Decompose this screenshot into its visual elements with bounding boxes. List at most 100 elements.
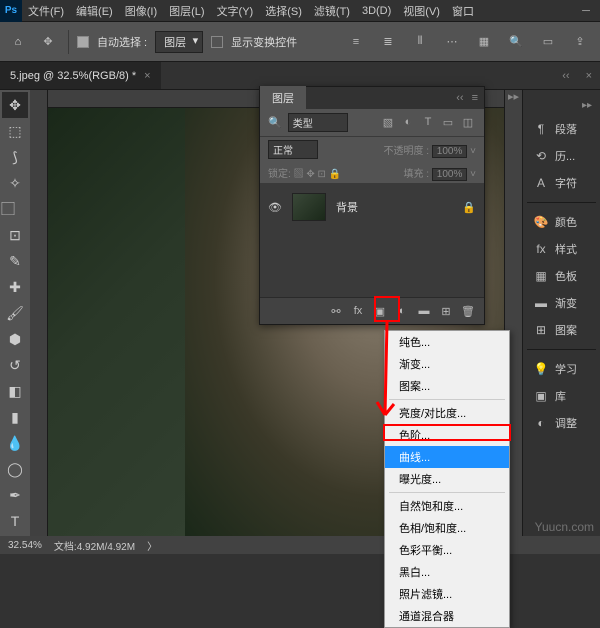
- menu-edit[interactable]: 编辑(E): [70, 3, 119, 19]
- menu-color-balance[interactable]: 色彩平衡...: [385, 539, 509, 561]
- type-tool[interactable]: T: [2, 508, 28, 534]
- lasso-tool[interactable]: ⟆: [2, 144, 28, 170]
- layer-row[interactable]: 👁 背景 🔒: [260, 189, 484, 225]
- panel-character[interactable]: A字符: [527, 171, 596, 195]
- lock-pixels-icon[interactable]: ▧: [294, 169, 304, 180]
- menu-curves[interactable]: 曲线...: [385, 446, 509, 468]
- menu-black-white[interactable]: 黑白...: [385, 561, 509, 583]
- menu-hue-saturation[interactable]: 色相/饱和度...: [385, 517, 509, 539]
- dodge-tool[interactable]: ◯: [2, 456, 28, 482]
- menu-exposure[interactable]: 曝光度...: [385, 468, 509, 490]
- layer-thumbnail[interactable]: [292, 193, 326, 221]
- panel-history[interactable]: ⟲历...: [527, 144, 596, 168]
- layers-tab[interactable]: 图层: [260, 86, 306, 110]
- filter-adjust-icon[interactable]: ◐: [400, 116, 416, 129]
- pen-tool[interactable]: ✒: [2, 482, 28, 508]
- panel-patterns[interactable]: ⊞图案: [527, 318, 596, 342]
- wand-tool[interactable]: ✧: [2, 170, 28, 196]
- workspace-icon[interactable]: ▭: [536, 30, 560, 54]
- menu-image[interactable]: 图像(I): [119, 3, 163, 19]
- eyedropper-tool[interactable]: ✎: [2, 248, 28, 274]
- link-layers-icon[interactable]: ⚯: [326, 302, 346, 320]
- filter-smart-icon[interactable]: ◫: [460, 116, 476, 129]
- menu-window[interactable]: 窗口: [446, 3, 480, 19]
- opacity-value[interactable]: 100%: [432, 145, 468, 158]
- lock-all-icon[interactable]: 🔒: [329, 169, 341, 180]
- panel-paragraph[interactable]: ¶段落: [527, 117, 596, 141]
- lock-icon: 🔒: [462, 201, 476, 214]
- marquee-tool[interactable]: ⬚: [2, 118, 28, 144]
- zoom-level[interactable]: 32.54%: [8, 540, 42, 551]
- stamp-tool[interactable]: ⬢: [2, 326, 28, 352]
- show-transform-checkbox[interactable]: [211, 36, 223, 48]
- group-icon[interactable]: ▬: [414, 302, 434, 320]
- move-tool[interactable]: ✥: [2, 92, 28, 118]
- lock-position-icon[interactable]: ✥: [306, 169, 314, 180]
- align-icon[interactable]: ≡: [344, 30, 368, 54]
- menu-layer[interactable]: 图层(L): [163, 3, 210, 19]
- filter-pixel-icon[interactable]: ▧: [380, 116, 396, 129]
- delete-layer-icon[interactable]: 🗑: [458, 302, 478, 320]
- search-icon[interactable]: 🔍: [504, 30, 528, 54]
- auto-select-target[interactable]: 图层: [155, 31, 203, 53]
- menu-file[interactable]: 文件(F): [22, 3, 70, 19]
- menu-photo-filter[interactable]: 照片滤镜...: [385, 583, 509, 605]
- document-tab[interactable]: 5.jpeg @ 32.5%(RGB/8) * ×: [0, 62, 161, 89]
- blur-tool[interactable]: 💧: [2, 430, 28, 456]
- distribute-icon[interactable]: ⫴: [408, 30, 432, 54]
- collapse-panel-icon[interactable]: ‹‹: [554, 70, 577, 82]
- lock-artboard-icon[interactable]: ⊡: [318, 169, 326, 180]
- panel-styles[interactable]: fx样式: [527, 237, 596, 261]
- history-brush-tool[interactable]: ↺: [2, 352, 28, 378]
- panel-swatches[interactable]: ▦色板: [527, 264, 596, 288]
- menu-3d[interactable]: 3D(D): [356, 5, 397, 17]
- share-icon[interactable]: ⇪: [568, 30, 592, 54]
- menu-select[interactable]: 选择(S): [259, 3, 308, 19]
- fill-value[interactable]: 100%: [432, 168, 468, 181]
- layer-name[interactable]: 背景: [336, 199, 452, 215]
- minimize-button[interactable]: ─: [572, 5, 600, 17]
- more-icon[interactable]: ⋯: [440, 30, 464, 54]
- brush-tool[interactable]: 🖌: [2, 300, 28, 326]
- layer-list: 👁 背景 🔒: [260, 183, 484, 243]
- gradient-tool[interactable]: ▮: [2, 404, 28, 430]
- panel-color[interactable]: 🎨颜色: [527, 210, 596, 234]
- blend-mode-select[interactable]: 正常: [268, 140, 318, 159]
- menu-view[interactable]: 视图(V): [397, 3, 446, 19]
- filter-type-select[interactable]: 类型: [288, 113, 348, 132]
- heal-tool[interactable]: ✚: [2, 274, 28, 300]
- new-layer-icon[interactable]: ⊞: [436, 302, 456, 320]
- align-icon-2[interactable]: ≣: [376, 30, 400, 54]
- filter-shape-icon[interactable]: ▭: [440, 116, 456, 129]
- panel-collapse-icon[interactable]: ‹‹: [456, 92, 463, 104]
- doc-info-chevron[interactable]: 〉: [147, 538, 157, 553]
- frame-tool[interactable]: ⊡: [2, 222, 28, 248]
- panel-libraries[interactable]: ▣库: [527, 384, 596, 408]
- panel-gradients[interactable]: ▬渐变: [527, 291, 596, 315]
- panel-close-icon[interactable]: ×: [578, 70, 600, 82]
- panel-adjustments[interactable]: ◐调整: [527, 411, 596, 435]
- filter-text-icon[interactable]: T: [420, 116, 436, 129]
- layer-fx-icon[interactable]: fx: [348, 302, 368, 320]
- menu-vibrance[interactable]: 自然饱和度...: [385, 495, 509, 517]
- visibility-icon[interactable]: 👁: [268, 201, 282, 214]
- menu-filter[interactable]: 滤镜(T): [308, 3, 356, 19]
- auto-select-label: 自动选择 :: [97, 34, 147, 50]
- panel-menu-icon[interactable]: ≡: [472, 92, 478, 104]
- eraser-tool[interactable]: ◧: [2, 378, 28, 404]
- swatches-icon: ▦: [533, 268, 549, 284]
- 3d-mode-icon[interactable]: ▦: [472, 30, 496, 54]
- menu-channel-mixer[interactable]: 通道混合器: [385, 605, 509, 627]
- panel-learn[interactable]: 💡学习: [527, 357, 596, 381]
- crop-tool[interactable]: ⃞: [2, 196, 28, 222]
- layer-mask-icon[interactable]: ▣: [370, 302, 390, 320]
- close-icon[interactable]: ×: [144, 70, 150, 82]
- filter-type-icon[interactable]: 🔍: [268, 116, 282, 129]
- patterns-icon: ⊞: [533, 322, 549, 338]
- menu-type[interactable]: 文字(Y): [211, 3, 260, 19]
- home-icon[interactable]: ⌂: [8, 32, 28, 52]
- collapse-dock-icon[interactable]: ▸▸: [527, 96, 596, 114]
- adjustment-layer-icon[interactable]: ◐: [392, 302, 412, 320]
- auto-select-checkbox[interactable]: [77, 36, 89, 48]
- status-bar: 32.54% 文档:4.92M/4.92M 〉: [0, 536, 600, 554]
